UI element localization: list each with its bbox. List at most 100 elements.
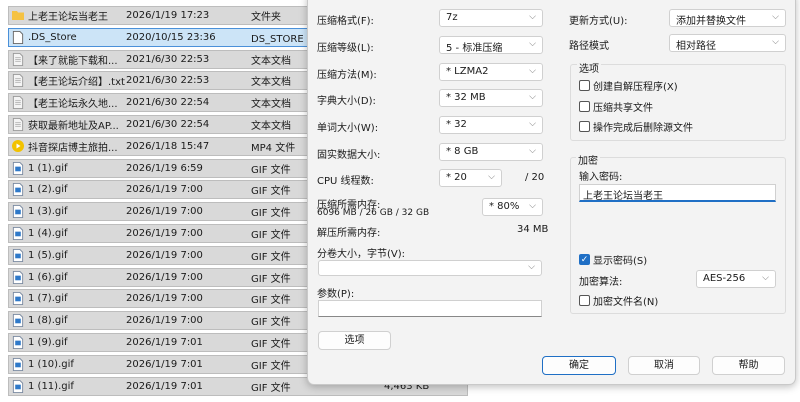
file-type: 文件夹: [251, 12, 281, 23]
ok-button[interactable]: 确定: [542, 356, 616, 375]
file-date: 2026/1/19 17:23: [126, 10, 210, 21]
file-date: 2021/6/30 22:53: [126, 53, 210, 65]
file-type: GIF 文件: [251, 382, 291, 394]
cancel-button[interactable]: 取消: [628, 356, 700, 375]
chevron-down-icon: ⌵: [529, 119, 536, 129]
text-file-icon: [12, 74, 24, 88]
file-name: .DS_Store: [28, 31, 77, 43]
file-name: 抖音探店博主旅拍...: [28, 142, 118, 154]
file-date: 2026/1/19 7:00: [126, 293, 203, 305]
params-input[interactable]: [318, 300, 542, 317]
dict-label: 字典大小(D):: [317, 96, 376, 107]
folder-icon: [12, 9, 24, 22]
chevron-down-icon: ⌵: [529, 201, 536, 211]
file-name: 1 (4).gif: [28, 228, 68, 239]
chevron-down-icon: ⌵: [762, 273, 769, 283]
encryption-group-title: 加密: [576, 152, 600, 167]
file-name: 1 (7).gif: [28, 293, 68, 305]
solid-select[interactable]: * 8 GB ⌵: [439, 143, 543, 161]
chevron-down-icon: ⌵: [529, 92, 536, 102]
split-label: 分卷大小，字节(V):: [317, 249, 406, 260]
password-input[interactable]: 上老王论坛当老王: [579, 184, 776, 202]
show-password-checkbox[interactable]: ✓ 显示密码(S): [579, 252, 647, 267]
file-name: 【来了就能下载和...: [28, 55, 118, 67]
update-select[interactable]: 添加并替换文件 ⌵: [669, 9, 786, 27]
level-label: 压缩等级(L):: [317, 43, 374, 54]
level-select[interactable]: 5 - 标准压缩 ⌵: [439, 36, 543, 54]
params-label: 参数(P):: [317, 289, 355, 300]
image-file-icon: [12, 379, 24, 393]
method-select[interactable]: * LZMA2 ⌵: [439, 63, 543, 81]
image-file-icon: [12, 248, 24, 262]
file-date: 2021/6/30 22:54: [126, 97, 210, 109]
encrypt-filenames-checkbox[interactable]: 加密文件名(N): [579, 293, 658, 308]
file-type: GIF 文件: [251, 186, 291, 198]
help-button[interactable]: 帮助: [712, 356, 785, 375]
method-label: 压缩方法(M):: [317, 70, 377, 81]
file-type: 文本文档: [251, 121, 291, 132]
image-file-icon: [12, 292, 24, 306]
image-file-icon: [12, 205, 24, 219]
word-select[interactable]: * 32 ⌵: [439, 116, 543, 134]
file-date: 2020/10/15 23:36: [126, 31, 216, 43]
shared-files-checkbox[interactable]: 压缩共享文件: [579, 99, 653, 114]
file-date: 2026/1/19 7:00: [126, 271, 203, 283]
decomp-value: 34 MB: [517, 224, 549, 235]
file-date: 2026/1/19 7:01: [126, 358, 203, 370]
chevron-down-icon: ⌵: [529, 146, 536, 156]
image-file-icon: [12, 183, 24, 197]
file-name: 【老王论坛永久地...: [28, 99, 118, 111]
file-date: 2026/1/18 15:47: [126, 140, 210, 152]
delete-after-checkbox[interactable]: 操作完成后删除源文件: [579, 119, 693, 134]
split-input[interactable]: ⌵: [318, 260, 542, 276]
file-date: 2026/1/19 7:01: [126, 380, 203, 392]
file-type: MP4 文件: [251, 142, 296, 154]
cpu-label: CPU 线程数:: [317, 176, 374, 187]
options-button[interactable]: 选项: [318, 331, 391, 350]
word-label: 单词大小(W):: [317, 123, 379, 134]
text-file-icon: [12, 118, 24, 131]
chevron-down-icon: ⌵: [529, 12, 536, 22]
file-type: GIF 文件: [251, 208, 291, 220]
add-to-archive-dialog: 压缩格式(F): 7z ⌵ 压缩等级(L): 5 - 标准压缩 ⌵ 压缩方法(M):…: [307, 0, 796, 385]
file-type: GIF 文件: [251, 164, 291, 176]
file-date: 2021/6/30 22:53: [126, 75, 210, 87]
format-label: 压缩格式(F):: [317, 16, 374, 27]
file-type: GIF 文件: [251, 339, 291, 350]
decomp-label: 解压所需内存:: [317, 228, 381, 239]
file-date: 2021/6/30 22:54: [126, 119, 210, 130]
chevron-down-icon: ⌵: [528, 262, 535, 272]
image-file-icon: [12, 227, 24, 240]
file-type: GIF 文件: [251, 317, 291, 329]
file-name: 1 (8).gif: [28, 315, 68, 327]
encryption-method-label: 加密算法:: [579, 277, 623, 288]
file-date: 2026/1/19 7:01: [126, 337, 203, 348]
chevron-down-icon: ⌵: [772, 37, 779, 47]
image-file-icon: [12, 336, 24, 349]
mem-select[interactable]: * 80% ⌵: [482, 198, 543, 216]
format-select[interactable]: 7z ⌵: [439, 9, 543, 27]
file-name: 1 (1).gif: [28, 162, 68, 174]
path-select[interactable]: 相对路径 ⌵: [669, 34, 786, 52]
file-name: 1 (10).gif: [28, 358, 74, 370]
encryption-method-select[interactable]: AES-256 ⌵: [696, 270, 776, 288]
password-label: 输入密码:: [579, 172, 623, 183]
file-type: GIF 文件: [251, 295, 291, 307]
file-date: 2026/1/19 7:00: [126, 184, 203, 196]
chevron-down-icon: ⌵: [772, 12, 779, 22]
cpu-max: / 20: [525, 172, 545, 183]
cpu-select[interactable]: * 20 ⌵: [439, 169, 502, 187]
sfx-checkbox[interactable]: 创建自解压程序(X): [579, 78, 678, 93]
dict-select[interactable]: * 32 MB ⌵: [439, 89, 543, 107]
image-file-icon: [12, 270, 24, 284]
text-file-icon: [12, 96, 24, 110]
chevron-down-icon: ⌵: [488, 172, 495, 182]
update-label: 更新方式(U):: [569, 16, 628, 27]
file-date: 2026/1/19 6:59: [126, 162, 203, 174]
file-name: 获取最新地址及AP...: [28, 121, 119, 132]
chevron-down-icon: ⌵: [529, 39, 536, 49]
file-type: GIF 文件: [251, 251, 291, 263]
solid-label: 固实数据大小:: [317, 150, 381, 161]
file-type: GIF 文件: [251, 230, 291, 241]
file-name: 1 (9).gif: [28, 337, 68, 348]
